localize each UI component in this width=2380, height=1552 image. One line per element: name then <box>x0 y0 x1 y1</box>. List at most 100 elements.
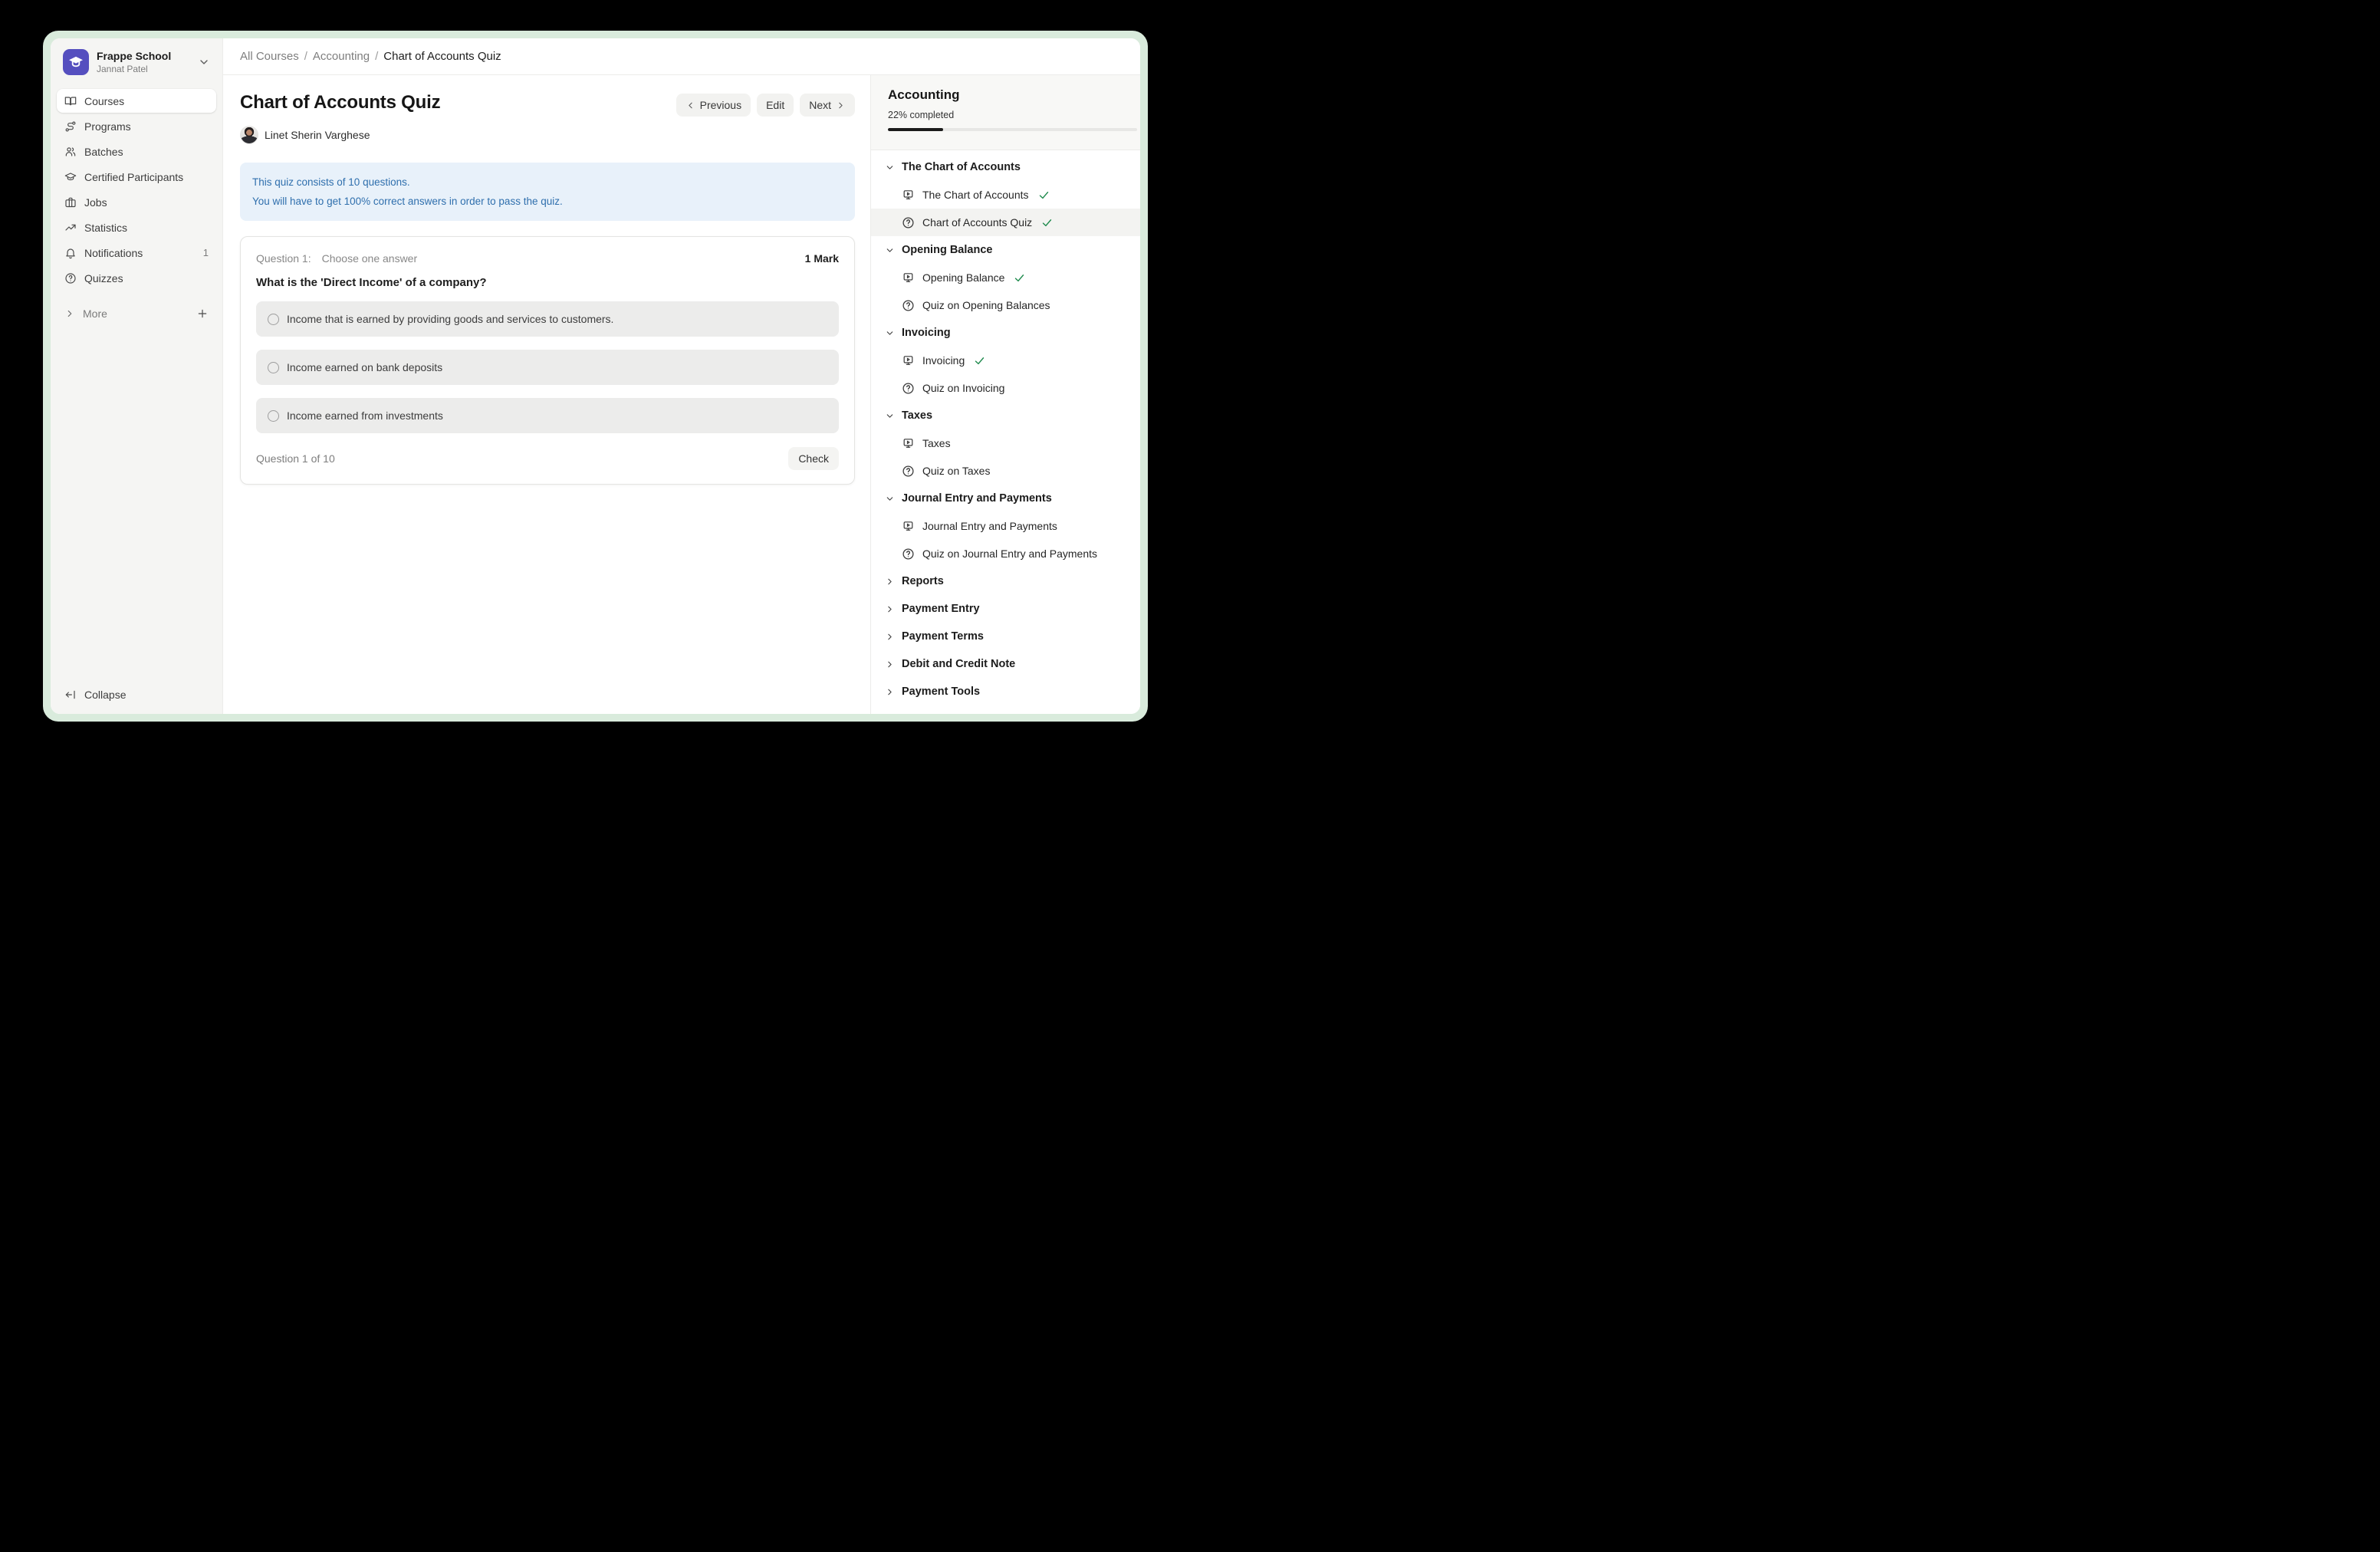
radio-button[interactable] <box>268 362 279 373</box>
outline-section-journal-entry-and-payments[interactable]: Journal Entry and Payments <box>871 485 1140 512</box>
frappe-school-logo-icon <box>63 49 89 75</box>
sidebar-item-jobs[interactable]: Jobs <box>57 190 216 214</box>
sidebar-item-label: Quizzes <box>84 272 123 284</box>
quiz-card-header: Question 1: Choose one answer 1 Mark <box>256 252 839 265</box>
plus-icon[interactable] <box>196 307 209 320</box>
answer-option-2[interactable]: Income earned on bank deposits <box>256 350 839 385</box>
sidebar-item-label: Certified Participants <box>84 171 183 183</box>
edit-button[interactable]: Edit <box>757 94 794 117</box>
lesson-video-icon <box>902 354 915 367</box>
outline-section-chart-of-accounts[interactable]: The Chart of Accounts <box>871 153 1140 181</box>
breadcrumb: All Courses / Accounting / Chart of Acco… <box>223 38 1140 75</box>
question-number-label: Question 1: <box>256 252 311 265</box>
progress-fill <box>888 128 943 131</box>
answer-option-label: Income earned from investments <box>287 409 443 422</box>
outline-section-payment-tools[interactable]: Payment Tools <box>871 678 1140 705</box>
sidebar-item-batches[interactable]: Batches <box>57 140 216 163</box>
outline-item-label: Quiz on Opening Balances <box>922 299 1050 311</box>
outline-lesson-the-chart-of-accounts[interactable]: The Chart of Accounts <box>871 181 1140 209</box>
sidebar-item-quizzes[interactable]: Quizzes <box>57 266 216 290</box>
outline-item-label: The Chart of Accounts <box>922 189 1029 201</box>
sidebar-more-toggle[interactable]: More <box>57 302 216 325</box>
breadcrumb-current: Chart of Accounts Quiz <box>383 50 501 63</box>
outline-lesson-journal-entry-and-payments[interactable]: Journal Entry and Payments <box>871 512 1140 540</box>
outline-section-opening-balance[interactable]: Opening Balance <box>871 236 1140 264</box>
chevron-down-icon <box>885 411 895 421</box>
breadcrumb-accounting[interactable]: Accounting <box>313 50 370 63</box>
outline-section-title: Debit and Credit Note <box>902 658 1015 670</box>
left-sidebar: Frappe School Jannat Patel Courses Progr… <box>51 38 223 714</box>
collapse-sidebar-icon <box>64 689 77 701</box>
previous-label: Previous <box>700 99 741 111</box>
workspace-labels: Frappe School Jannat Patel <box>97 50 190 75</box>
outline-section-payment-terms[interactable]: Payment Terms <box>871 623 1140 650</box>
answer-option-3[interactable]: Income earned from investments <box>256 398 839 433</box>
next-button[interactable]: Next <box>800 94 855 117</box>
chevron-down-icon <box>198 56 210 68</box>
answer-option-label: Income that is earned by providing goods… <box>287 313 613 325</box>
outline-quiz-journal-entry-and-payments[interactable]: Quiz on Journal Entry and Payments <box>871 540 1140 567</box>
course-outline-panel: Accounting 22% completed The Chart of Ac… <box>870 75 1140 714</box>
outline-item-label: Chart of Accounts Quiz <box>922 216 1032 229</box>
outline-item-label: Quiz on Journal Entry and Payments <box>922 547 1097 560</box>
sidebar-item-certified-participants[interactable]: Certified Participants <box>57 165 216 189</box>
outline-section-taxes[interactable]: Taxes <box>871 402 1140 429</box>
chevron-left-icon <box>685 100 695 110</box>
page-header: Chart of Accounts Quiz Previous Edit <box>240 92 855 117</box>
radio-button[interactable] <box>268 410 279 422</box>
workspace-switcher[interactable]: Frappe School Jannat Patel <box>57 48 216 77</box>
breadcrumb-all-courses[interactable]: All Courses <box>240 50 299 63</box>
question-text: What is the 'Direct Income' of a company… <box>256 276 839 289</box>
content-region: All Courses / Accounting / Chart of Acco… <box>223 38 1140 714</box>
chevron-right-icon <box>885 577 895 587</box>
radio-button[interactable] <box>268 314 279 325</box>
check-button[interactable]: Check <box>788 447 839 470</box>
briefcase-icon <box>64 196 77 209</box>
outline-item-label: Taxes <box>922 437 951 449</box>
quiz-card-footer: Question 1 of 10 Check <box>256 447 839 470</box>
sidebar-item-label: Statistics <box>84 222 127 234</box>
course-progress-bar <box>888 128 1137 131</box>
sidebar-spacer <box>57 325 216 683</box>
outline-section-reports[interactable]: Reports <box>871 567 1140 595</box>
outline-section-title: Invoicing <box>902 327 951 339</box>
sidebar-item-programs[interactable]: Programs <box>57 114 216 138</box>
sidebar-item-courses[interactable]: Courses <box>57 89 216 113</box>
outline-item-label: Invoicing <box>922 354 965 367</box>
workspace-title: Frappe School <box>97 50 190 63</box>
quiz-question-icon <box>902 299 915 312</box>
outline-quiz-opening-balances[interactable]: Quiz on Opening Balances <box>871 291 1140 319</box>
outline-section-title: Payment Entry <box>902 603 980 615</box>
trending-up-icon <box>64 222 77 234</box>
outline-section-title: Payment Tools <box>902 686 980 698</box>
chevron-right-icon <box>885 687 895 697</box>
quiz-info-line1: This quiz consists of 10 questions. <box>252 173 843 192</box>
chevron-right-icon <box>64 308 75 319</box>
sidebar-item-notifications[interactable]: Notifications 1 <box>57 241 216 265</box>
outline-section-payment-entry[interactable]: Payment Entry <box>871 595 1140 623</box>
notifications-count-badge: 1 <box>203 247 209 258</box>
outline-section-invoicing[interactable]: Invoicing <box>871 319 1140 347</box>
completed-check-icon <box>1014 272 1025 284</box>
outline-quiz-taxes[interactable]: Quiz on Taxes <box>871 457 1140 485</box>
sidebar-nav: Courses Programs Batches Certified Parti… <box>57 89 216 290</box>
collapse-label: Collapse <box>84 689 126 701</box>
sidebar-item-statistics[interactable]: Statistics <box>57 215 216 239</box>
outline-lesson-taxes[interactable]: Taxes <box>871 429 1140 457</box>
answer-option-1[interactable]: Income that is earned by providing goods… <box>256 301 839 337</box>
outline-section-debit-and-credit-note[interactable]: Debit and Credit Note <box>871 650 1140 678</box>
outline-quiz-invoicing[interactable]: Quiz on Invoicing <box>871 374 1140 402</box>
bell-icon <box>64 247 77 259</box>
sidebar-collapse-button[interactable]: Collapse <box>57 683 216 706</box>
question-pagination: Question 1 of 10 <box>256 452 335 465</box>
graduation-cap-icon <box>64 171 77 183</box>
outline-lesson-invoicing[interactable]: Invoicing <box>871 347 1140 374</box>
sidebar-item-label: Notifications <box>84 247 143 259</box>
outline-quiz-chart-of-accounts-quiz[interactable]: Chart of Accounts Quiz <box>871 209 1140 236</box>
quiz-info-line2: You will have to get 100% correct answer… <box>252 192 843 211</box>
outline-item-label: Opening Balance <box>922 271 1004 284</box>
previous-button[interactable]: Previous <box>676 94 751 117</box>
quiz-question-icon <box>902 382 915 395</box>
author-row: Linet Sherin Varghese <box>240 126 855 144</box>
outline-lesson-opening-balance[interactable]: Opening Balance <box>871 264 1140 291</box>
